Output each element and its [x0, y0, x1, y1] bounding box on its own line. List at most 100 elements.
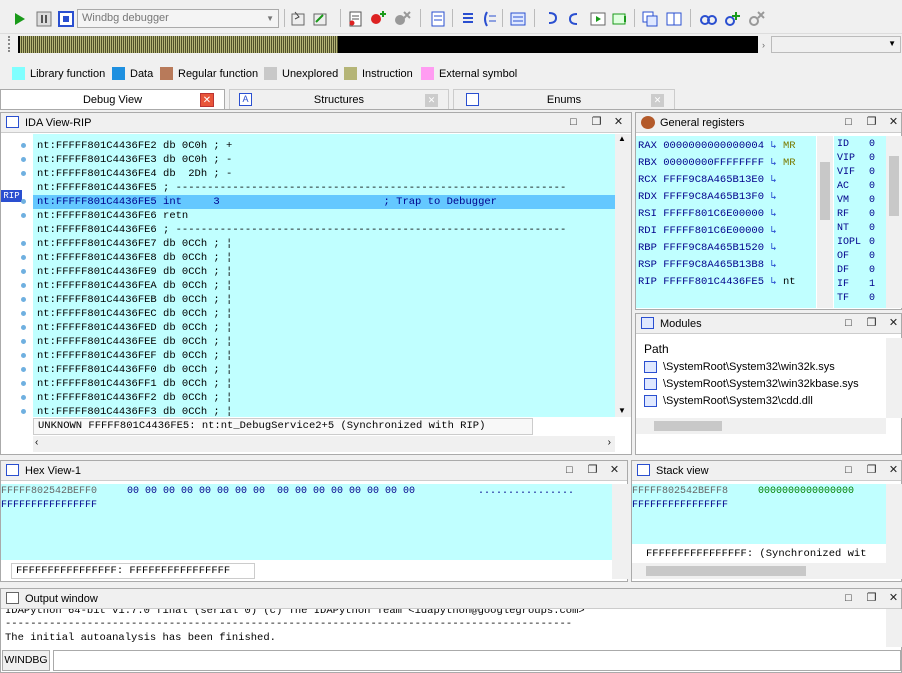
stack-listing[interactable]: FFFFF802542BEFF8 0000000000000000 FFFFFF… [632, 484, 886, 544]
flag-row[interactable]: OF 0 [837, 250, 875, 264]
register-row[interactable]: RBP FFFF9C8A465B1520 ↳ [638, 240, 783, 257]
flag-row[interactable]: IOPL 0 [837, 236, 875, 250]
threads-icon[interactable] [664, 9, 682, 27]
close-icon[interactable]: ✕ [200, 93, 214, 107]
disassembly-line[interactable]: nt:FFFFF801C4436FF1 db 0CCh ; ¦ [37, 377, 232, 391]
flag-row[interactable]: RF 0 [837, 208, 875, 222]
scroll-thumb[interactable] [654, 421, 722, 431]
breakpoint-dot-icon[interactable] [21, 199, 26, 204]
disassembly-line[interactable]: nt:FFFFF801C4436FF0 db 0CCh ; ¦ [37, 363, 232, 377]
flag-value[interactable]: 0 [869, 181, 875, 192]
breakpoint-dot-icon[interactable] [21, 255, 26, 260]
breakpoint-dot-icon[interactable] [21, 213, 26, 218]
stack-vscroll[interactable] [886, 484, 902, 579]
register-value[interactable]: FFFF9C8A465B13E0 [663, 174, 764, 186]
flag-row[interactable]: VIP 0 [837, 152, 875, 166]
disassembly-line[interactable]: nt:FFFFF801C4436FEF db 0CCh ; ¦ [37, 349, 232, 363]
disassembly-line[interactable]: nt:FFFFF801C4436FE6 ; ------------------… [37, 223, 566, 237]
stop-icon[interactable] [56, 9, 74, 27]
minimize-icon[interactable]: □ [567, 116, 580, 129]
jump-arrow-icon[interactable]: ↳ [764, 276, 783, 288]
disassembly-line[interactable]: nt:FFFFF801C4436FEE db 0CCh ; ¦ [37, 335, 232, 349]
tab-structures[interactable]: A Structures ✕ [229, 89, 449, 109]
run-icon[interactable] [9, 9, 27, 27]
scroll-down-icon[interactable]: ▼ [618, 406, 626, 415]
flag-value[interactable]: 0 [869, 167, 875, 178]
scroll-thumb[interactable] [820, 162, 830, 220]
scroll-up-icon[interactable]: ▲ [618, 134, 626, 143]
scroll-thumb[interactable] [889, 156, 899, 216]
restore-icon[interactable]: ❐ [590, 116, 603, 129]
close-icon[interactable]: ✕ [887, 116, 900, 129]
close-icon[interactable]: ✕ [887, 592, 900, 605]
disassembly-line[interactable]: nt:FFFFF801C4436FE9 db 0CCh ; ¦ [37, 265, 232, 279]
flag-value[interactable]: 0 [869, 153, 875, 164]
register-value[interactable]: 0000000000000004 [663, 140, 764, 152]
close-icon[interactable]: ✕ [608, 464, 621, 477]
close-icon[interactable]: ✕ [887, 464, 900, 477]
minimize-icon[interactable]: □ [563, 464, 576, 477]
disassembly-line[interactable]: nt:FFFFF801C4436FE4 db 2Dh ; - [37, 167, 232, 181]
module-item[interactable]: \SystemRoot\System32\win32k.sys [644, 361, 835, 374]
register-value[interactable]: FFFF9C8A465B1520 [663, 242, 764, 254]
flag-value[interactable]: 0 [869, 251, 875, 262]
restore-icon[interactable]: ❐ [865, 592, 878, 605]
output-text[interactable]: IDAPython 64-bit v1.7.0 final (serial 0)… [1, 609, 886, 647]
breakpoint-dot-icon[interactable] [21, 409, 26, 414]
disassembly-line[interactable]: nt:FFFFF801C4436FE8 db 0CCh ; ¦ [37, 251, 232, 265]
register-value[interactable]: FFFFF801C6E00000 [663, 225, 764, 237]
breakpoint-list-icon[interactable] [346, 9, 364, 27]
windows-list-icon[interactable] [640, 9, 658, 27]
close-icon[interactable]: ✕ [651, 94, 664, 107]
tab-enums[interactable]: Enums ✕ [453, 89, 675, 109]
jump-arrow-icon[interactable]: ↳ [764, 259, 783, 271]
disassembly-listing[interactable]: RIP nt:FFFFF801C4436FE2 db 0C0h ; + nt:FF… [1, 134, 615, 417]
register-value[interactable]: 00000000FFFFFFFF [663, 157, 764, 169]
disassembly-line[interactable]: nt:FFFFF801C4436FE6 retn [37, 209, 188, 223]
nav-band-select[interactable]: ▼ [771, 36, 901, 53]
breakpoint-dot-icon[interactable] [21, 381, 26, 386]
modules-hscroll[interactable] [636, 418, 886, 434]
hex-dump[interactable]: FFFFF802542BEFF0 00 00 00 00 00 00 00 00… [1, 484, 612, 560]
flag-row[interactable]: DF 0 [837, 264, 875, 278]
disassembly-line[interactable]: nt:FFFFF801C4436FF2 db 0CCh ; ¦ [37, 391, 232, 405]
tab-debug-view[interactable]: Debug View ✕ [0, 89, 225, 109]
register-row[interactable]: RSI FFFFF801C6E00000 ↳ [638, 206, 783, 223]
command-input[interactable] [53, 650, 901, 671]
disassembly-line[interactable]: nt:FFFFF801C4436FF3 db 0CCh ; ¦ [37, 405, 232, 417]
module-item[interactable]: \SystemRoot\System32\cdd.dll [644, 395, 813, 408]
register-value[interactable]: FFFF9C8A465B13B8 [663, 259, 764, 271]
register-row[interactable]: RSP FFFF9C8A465B13B8 ↳ [638, 257, 783, 274]
trace-icon[interactable] [458, 9, 476, 27]
register-value[interactable]: FFFFF801C6E00000 [663, 208, 764, 220]
disassembly-line[interactable]: nt:FFFFF801C4436FEB db 0CCh ; ¦ [37, 293, 232, 307]
step-until-return-icon[interactable] [610, 9, 628, 27]
jump-arrow-icon[interactable]: ↳ [764, 208, 783, 220]
flag-value[interactable]: 0 [869, 237, 875, 248]
breakpoint-dot-icon[interactable] [21, 143, 26, 148]
disassembly-line[interactable]: nt:FFFFF801C4436FE5 int 3 ; Trap to Debu… [37, 195, 497, 209]
jump-arrow-icon[interactable]: ↳ [764, 225, 783, 237]
breakpoint-dot-icon[interactable] [21, 157, 26, 162]
delete-watch-icon[interactable] [746, 9, 765, 27]
breakpoint-dot-icon[interactable] [21, 367, 26, 372]
register-row[interactable]: RAX 0000000000000004 ↳ MR [638, 138, 796, 155]
register-row[interactable]: RBX 00000000FFFFFFFF ↳ MR [638, 155, 796, 172]
restore-icon[interactable]: ❐ [586, 464, 599, 477]
hex-vscroll[interactable] [612, 484, 628, 579]
module-item[interactable]: \SystemRoot\System32\win32kbase.sys [644, 378, 859, 391]
navigation-band[interactable] [18, 36, 758, 53]
debugger-select[interactable]: Windbg debugger ▼ [77, 9, 279, 28]
step-over-icon[interactable] [564, 9, 582, 27]
disassembly-line[interactable]: nt:FFFFF801C4436FEA db 0CCh ; ¦ [37, 279, 232, 293]
jump-arrow-icon[interactable]: ↳ [764, 174, 783, 186]
flag-value[interactable]: 0 [869, 195, 875, 206]
flag-row[interactable]: VIF 0 [837, 166, 875, 180]
register-row[interactable]: RDI FFFFF801C6E00000 ↳ [638, 223, 783, 240]
restore-icon[interactable]: ❐ [865, 464, 878, 477]
pause-icon[interactable] [34, 9, 52, 27]
jump-arrow-icon[interactable]: ↳ [764, 140, 783, 152]
stack-hscroll[interactable] [632, 563, 886, 579]
horizontal-scrollbar[interactable]: ‹ › [33, 436, 615, 452]
minimize-icon[interactable]: □ [842, 116, 855, 129]
